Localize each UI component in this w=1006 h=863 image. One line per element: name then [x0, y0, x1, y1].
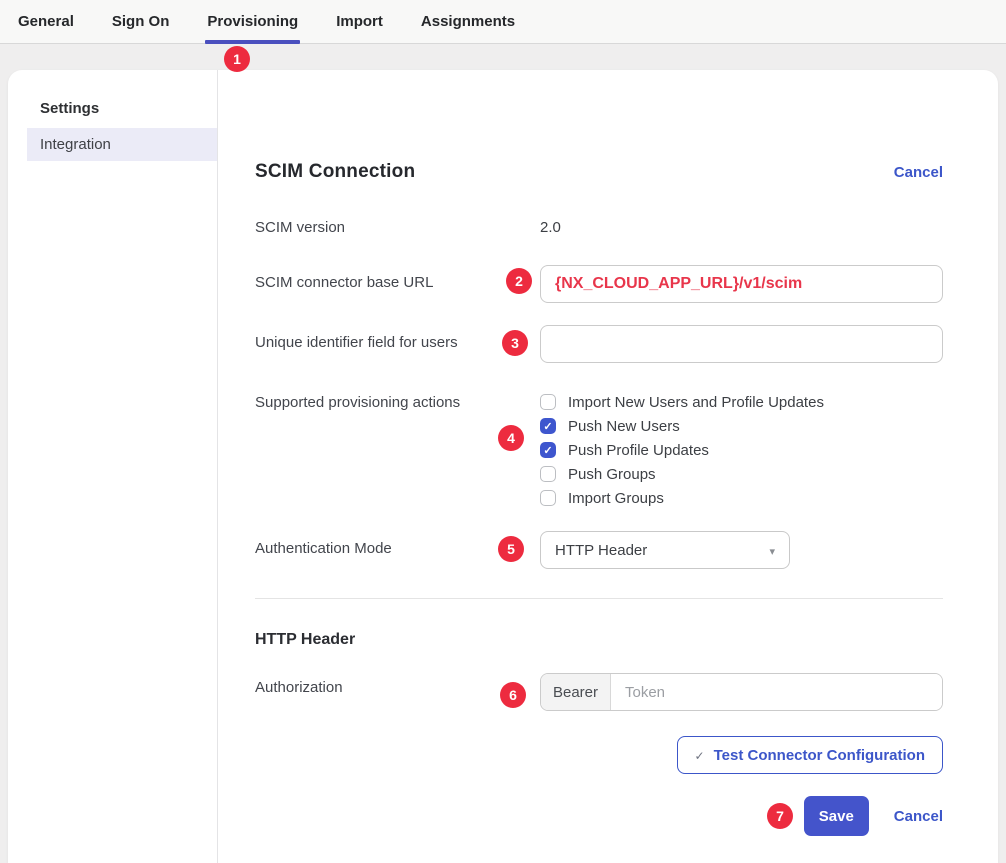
- checkbox-unchecked-icon[interactable]: [540, 466, 556, 482]
- token-input[interactable]: [611, 674, 942, 710]
- step-badge-3: 3: [502, 330, 528, 356]
- scim-connection-form: SCIM Connection Cancel SCIM version 2.0 …: [218, 70, 998, 863]
- tab-sign-on[interactable]: Sign On: [110, 0, 172, 43]
- check-icon: [695, 747, 714, 764]
- cancel-link-bottom[interactable]: Cancel: [894, 808, 943, 825]
- step-badge-2: 2: [506, 268, 532, 294]
- sidebar-item-label: Integration: [40, 136, 111, 153]
- settings-sidebar: Settings Integration: [8, 70, 218, 863]
- bearer-prefix: Bearer: [541, 674, 611, 710]
- checkbox-label: Push New Users: [568, 418, 680, 435]
- sidebar-item-integration[interactable]: Integration: [27, 128, 217, 161]
- provisioning-actions-label: Supported provisioning actions: [255, 390, 540, 510]
- checkbox-label: Import Groups: [568, 490, 664, 507]
- scim-version-label: SCIM version: [255, 219, 540, 236]
- checkbox-checked-icon[interactable]: [540, 442, 556, 458]
- provisioning-page: General Sign On Provisioning Import Assi…: [0, 0, 1006, 863]
- unique-id-label: Unique identifier field for users: [255, 325, 540, 363]
- checkbox-unchecked-icon[interactable]: [540, 394, 556, 410]
- step-badge-5: 5: [498, 536, 524, 562]
- base-url-input[interactable]: [540, 265, 943, 303]
- check-icon: [543, 441, 552, 459]
- checkbox-label: Push Groups: [568, 466, 656, 483]
- http-header-section-title: HTTP Header: [255, 631, 943, 649]
- checkbox-import-groups[interactable]: Import Groups: [540, 486, 943, 510]
- app-tab-bar: General Sign On Provisioning Import Assi…: [0, 0, 1006, 44]
- checkbox-push-profile-updates[interactable]: Push Profile Updates: [540, 438, 943, 462]
- checkbox-label: Push Profile Updates: [568, 442, 709, 459]
- tab-general[interactable]: General: [16, 0, 76, 43]
- scim-version-value: 2.0: [540, 219, 943, 236]
- page-title: SCIM Connection: [255, 161, 415, 183]
- step-badge-4: 4: [498, 425, 524, 451]
- test-connector-button[interactable]: Test Connector Configuration: [677, 736, 943, 774]
- base-url-label: SCIM connector base URL: [255, 265, 540, 303]
- test-connector-label: Test Connector Configuration: [714, 747, 925, 764]
- tab-assignments[interactable]: Assignments: [419, 0, 517, 43]
- tab-provisioning[interactable]: Provisioning: [205, 0, 300, 43]
- chevron-down-icon: [769, 542, 775, 559]
- save-button[interactable]: Save: [804, 796, 869, 836]
- authorization-input-group: Bearer: [540, 673, 943, 711]
- check-icon: [543, 417, 552, 435]
- authorization-label: Authorization: [255, 673, 540, 711]
- checkbox-checked-icon[interactable]: [540, 418, 556, 434]
- section-divider: [255, 598, 943, 599]
- step-badge-1: 1: [224, 46, 250, 72]
- unique-id-input[interactable]: [540, 325, 943, 363]
- cancel-link-top[interactable]: Cancel: [894, 164, 943, 181]
- step-badge-6: 6: [500, 682, 526, 708]
- checkbox-push-new-users[interactable]: Push New Users: [540, 414, 943, 438]
- auth-mode-select[interactable]: HTTP Header: [540, 531, 790, 569]
- checkbox-label: Import New Users and Profile Updates: [568, 394, 824, 411]
- auth-mode-selected-value: HTTP Header: [555, 542, 647, 559]
- sidebar-header: Settings: [8, 100, 217, 117]
- step-badge-7: 7: [767, 803, 793, 829]
- settings-card: Settings Integration SCIM Connection Can…: [8, 70, 998, 863]
- checkbox-import-new-users[interactable]: Import New Users and Profile Updates: [540, 390, 943, 414]
- checkbox-push-groups[interactable]: Push Groups: [540, 462, 943, 486]
- checkbox-unchecked-icon[interactable]: [540, 490, 556, 506]
- tab-import[interactable]: Import: [334, 0, 385, 43]
